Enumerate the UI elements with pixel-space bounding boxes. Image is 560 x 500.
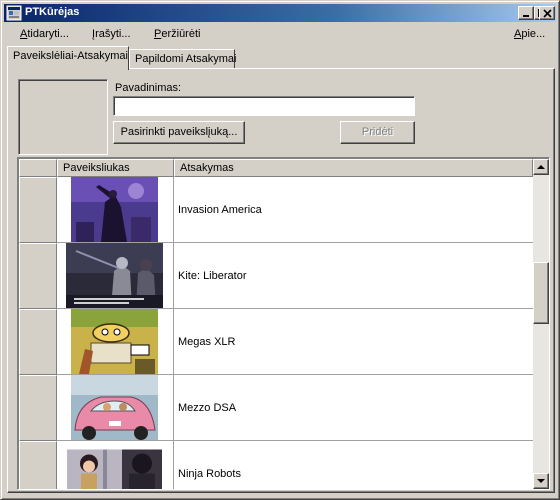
menu-view[interactable]: Peržiūrėti <box>154 28 200 40</box>
table-row[interactable]: Mezzo DSA <box>19 375 533 441</box>
image-cell[interactable] <box>57 375 174 441</box>
menu-open-label: tidaryti... <box>27 28 69 40</box>
scroll-down-button[interactable] <box>533 473 549 489</box>
row-header[interactable] <box>19 375 57 441</box>
scroll-thumb[interactable] <box>533 262 549 324</box>
answer-cell[interactable]: Ninja Robots <box>174 441 533 489</box>
arrow-down-icon <box>537 479 545 483</box>
image-preview <box>18 79 108 155</box>
grid-body: Paveiksliukas Atsakymas Invasion America… <box>19 159 533 489</box>
row-header[interactable] <box>19 177 57 243</box>
table-row[interactable]: Invasion America <box>19 177 533 243</box>
row-header[interactable] <box>19 309 57 375</box>
window-title: PTKūrėjas <box>25 6 80 18</box>
vertical-scrollbar[interactable] <box>533 159 549 489</box>
table-row[interactable]: Megas XLR <box>19 309 533 375</box>
app-window-icon <box>6 5 22 21</box>
choose-image-button[interactable]: Pasirinkti paveikslįuką... <box>113 121 245 144</box>
answers-grid: Paveiksliukas Atsakymas Invasion America… <box>17 157 550 490</box>
thumbnail-image <box>66 243 163 308</box>
menu-open[interactable]: Atidaryti... <box>20 28 69 40</box>
column-header-answer[interactable]: Atsakymas <box>174 159 533 177</box>
table-row[interactable]: Ninja Robots <box>19 441 533 489</box>
image-cell[interactable] <box>57 243 174 309</box>
answer-cell[interactable]: Mezzo DSA <box>174 375 533 441</box>
tab-strip: Paveikslėliai-Atsakymai Papildomi Atsaky… <box>7 46 555 70</box>
tab-page: Pavadinimas: Pasirinkti paveikslįuką... … <box>7 68 555 493</box>
minimize-button[interactable] <box>518 6 534 20</box>
row-header[interactable] <box>19 441 57 489</box>
thumbnail-image <box>67 449 162 489</box>
minimize-icon <box>523 15 529 17</box>
title-bar[interactable]: PTKūrėjas <box>4 4 556 22</box>
table-row[interactable]: Kite: Liberator <box>19 243 533 309</box>
image-cell[interactable] <box>57 441 174 489</box>
close-icon <box>543 9 552 18</box>
menu-about-label: pie... <box>521 28 546 40</box>
scroll-up-button[interactable] <box>533 159 549 175</box>
arrow-up-icon <box>537 165 545 169</box>
tab-extra-answers-label: Papildomi Atsakymai <box>135 53 237 65</box>
name-label: Pavadinimas: <box>115 82 182 94</box>
answer-cell[interactable]: Kite: Liberator <box>174 243 533 309</box>
add-button[interactable]: Pridėti <box>340 121 415 144</box>
answer-cell[interactable]: Megas XLR <box>174 309 533 375</box>
thumbnail-image <box>71 309 158 374</box>
name-input[interactable] <box>113 96 415 116</box>
image-cell[interactable] <box>57 177 174 243</box>
menu-bar: Atidaryti... Įrašyti... Peržiūrėti Apie.… <box>4 24 556 44</box>
app-window: PTKūrėjas Atidaryti... Įrašyti... Peržiū… <box>0 0 560 500</box>
tab-extra-answers[interactable]: Papildomi Atsakymai <box>129 49 237 69</box>
answer-cell[interactable]: Invasion America <box>174 177 533 243</box>
image-cell[interactable] <box>57 309 174 375</box>
grid-corner-header <box>19 159 57 177</box>
tab-pictures-answers[interactable]: Paveikslėliai-Atsakymai <box>7 46 129 70</box>
thumbnail-image <box>71 177 158 242</box>
close-button[interactable] <box>539 6 555 20</box>
menu-save-label: rašyti... <box>95 28 131 40</box>
column-header-image[interactable]: Paveiksliukas <box>57 159 174 177</box>
row-header[interactable] <box>19 243 57 309</box>
menu-about[interactable]: Apie... <box>514 28 545 40</box>
menu-save[interactable]: Įrašyti... <box>92 28 131 40</box>
tab-pictures-answers-label: Paveikslėliai-Atsakymai <box>13 50 128 62</box>
thumbnail-image <box>71 375 158 440</box>
menu-view-label: eržiūrėti <box>161 28 201 40</box>
